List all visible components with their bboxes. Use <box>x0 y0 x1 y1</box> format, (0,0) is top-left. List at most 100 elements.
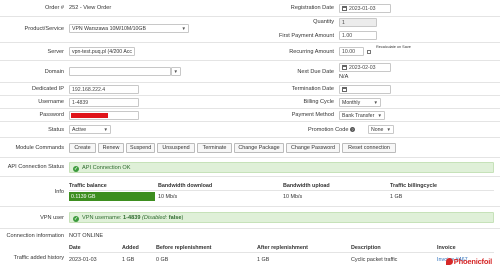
create-button[interactable]: Create <box>69 143 96 153</box>
termination-label: Termination Date <box>291 86 334 92</box>
row-vpn-user: VPN user ✓ VPN username: 1-4839 (Disabled… <box>0 207 500 229</box>
history-header-after: After replenishment <box>257 245 308 251</box>
registration-date-field[interactable]: 2023-01-03 <box>339 4 391 13</box>
username-field[interactable]: 1-4839 <box>69 98 139 107</box>
info-header-bandwidth-download: Bandwidth download <box>158 183 213 189</box>
vpn-disabled-suffix: ) <box>181 214 184 221</box>
next-due-value: 2023-02-03 <box>349 65 376 71</box>
info-label: Info <box>54 189 64 195</box>
info-header-traffic-balance: Traffic balance <box>69 183 107 189</box>
vpn-user-prefix: VPN username: <box>82 214 124 221</box>
product-select[interactable]: VPN Warszawa 10M/10M/10GB ▼ <box>69 24 189 33</box>
calendar-icon <box>342 87 347 92</box>
server-value: vpn-test.puq.pl (4/200 Acc <box>72 49 132 55</box>
domain-dropdown[interactable]: ▼ <box>171 67 181 76</box>
row-dedicated-ip: Dedicated IP 192.168.222.4 Termination D… <box>0 83 500 96</box>
api-status-alert: ✓ API Connection OK <box>69 162 494 173</box>
row-username: Username 1-4839 Billing Cycle Monthly ▼ <box>0 96 500 109</box>
history-cell-description: Cyclic packet traffic <box>351 257 398 263</box>
brand-logo: Phoenicfoil <box>445 257 492 266</box>
history-cell-after: 1 GB <box>257 257 270 263</box>
history-header-date: Date <box>69 245 81 251</box>
chevron-down-icon: ▼ <box>377 113 382 118</box>
chevron-down-icon: ▼ <box>181 26 186 31</box>
order-label: Order # <box>45 5 64 11</box>
chevron-down-icon: ▼ <box>373 100 378 105</box>
vpn-disabled-value: false <box>168 214 182 221</box>
recurring-field[interactable]: 10.00 <box>339 47 364 56</box>
password-label: Password <box>39 112 64 118</box>
server-label: Server <box>47 49 64 55</box>
history-header-divider <box>69 252 494 253</box>
order-value: 252 - View Order <box>69 5 112 11</box>
first-payment-field[interactable]: 1.00 <box>339 31 377 40</box>
info-header-traffic-billingcycle: Traffic billingcycle <box>390 183 438 189</box>
bandwidth-download-value: 10 Mb/s <box>158 194 178 200</box>
billing-cycle-value: Monthly <box>342 100 361 106</box>
unsuspend-button[interactable]: Unsuspend <box>157 143 195 153</box>
quantity-field[interactable]: 1 <box>339 18 377 27</box>
next-due-field[interactable]: 2023-02-03 <box>339 63 391 72</box>
billing-cycle-label: Billing Cycle <box>303 99 334 105</box>
row-traffic-history: Traffic added history Date Added Before … <box>0 241 500 269</box>
row-api-status: API Connection Status ✓ API Connection OK <box>0 158 500 177</box>
status-value: Active <box>72 127 87 133</box>
payment-method-select[interactable]: Bank Transfer ▼ <box>339 111 385 120</box>
history-header-added: Added <box>122 245 139 251</box>
billing-cycle-select[interactable]: Monthly ▼ <box>339 98 381 107</box>
phoenix-icon <box>445 258 453 265</box>
suspend-button[interactable]: Suspend <box>126 143 155 153</box>
history-header-description: Description <box>351 245 381 251</box>
password-redaction <box>71 113 108 118</box>
brand-logo-text: Phoenicfoil <box>453 257 492 266</box>
termination-field[interactable] <box>339 85 391 94</box>
module-commands-label: Module Commands <box>15 145 64 151</box>
change-package-button[interactable]: Change Package <box>234 143 284 153</box>
traffic-billingcycle-value: 1 GB <box>390 194 403 200</box>
reset-connection-button[interactable]: Reset connection <box>342 143 396 153</box>
promo-value: None <box>371 127 384 133</box>
history-cell-before: 0 GB <box>156 257 169 263</box>
vpn-user-label: VPN user <box>40 215 64 221</box>
recalculate-checkbox[interactable] <box>367 50 371 54</box>
product-label: Product/Service <box>24 26 64 32</box>
history-cell-added: 1 GB <box>122 257 135 263</box>
change-password-button[interactable]: Change Password <box>286 143 340 153</box>
row-info: Info Traffic balance Bandwidth download … <box>0 177 500 207</box>
promo-select[interactable]: None ▼ <box>368 125 394 134</box>
status-select[interactable]: Active ▼ <box>69 125 111 134</box>
domain-field[interactable] <box>69 67 171 76</box>
connection-info-label: Connection information <box>6 233 64 239</box>
recalculate-label: Recalculate on Save <box>376 45 411 49</box>
row-product: Product/Service VPN Warszawa 10M/10M/10G… <box>0 17 500 43</box>
payment-method-value: Bank Transfer <box>342 113 375 119</box>
registration-date-label: Registration Date <box>290 5 334 11</box>
row-password: Password Payment Method Bank Transfer ▼ <box>0 109 500 122</box>
chevron-down-icon: ▼ <box>103 127 108 132</box>
quantity-label: Quantity <box>313 19 334 25</box>
dedicated-ip-field[interactable]: 192.168.222.4 <box>69 85 139 94</box>
product-value: VPN Warszawa 10M/10M/10GB <box>72 26 146 32</box>
domain-label: Domain <box>44 69 64 75</box>
renew-button[interactable]: Renew <box>98 143 124 153</box>
terminate-button[interactable]: Terminate <box>197 143 232 153</box>
vpn-user-alert: ✓ VPN username: 1-4839 (Disabled: false) <box>69 212 494 223</box>
calendar-icon <box>342 6 347 11</box>
history-header-invoice: Invoice <box>437 245 456 251</box>
help-icon: ? <box>350 127 355 132</box>
vpn-disabled-prefix: (Disabled: <box>140 214 169 221</box>
history-cell-date: 2023-01-03 <box>69 257 97 263</box>
info-header-bandwidth-upload: Bandwidth upload <box>283 183 330 189</box>
chevron-down-icon: ▼ <box>173 69 178 74</box>
next-due-note: N/A <box>339 74 349 80</box>
traffic-history-label: Traffic added history <box>13 255 64 261</box>
connection-info-value: NOT ONLINE <box>69 233 104 239</box>
row-connection-info: Connection information NOT ONLINE <box>0 229 500 241</box>
registration-date-value: 2023-01-03 <box>349 6 376 12</box>
check-circle-icon: ✓ <box>73 165 79 172</box>
check-circle-icon: ✓ <box>73 215 79 222</box>
row-server: Server vpn-test.puq.pl (4/200 Acc Recurr… <box>0 43 500 61</box>
username-label: Username <box>38 99 64 105</box>
row-status: Status Active ▼ Promotion Code ? None ▼ <box>0 122 500 138</box>
server-select[interactable]: vpn-test.puq.pl (4/200 Acc <box>69 47 135 56</box>
